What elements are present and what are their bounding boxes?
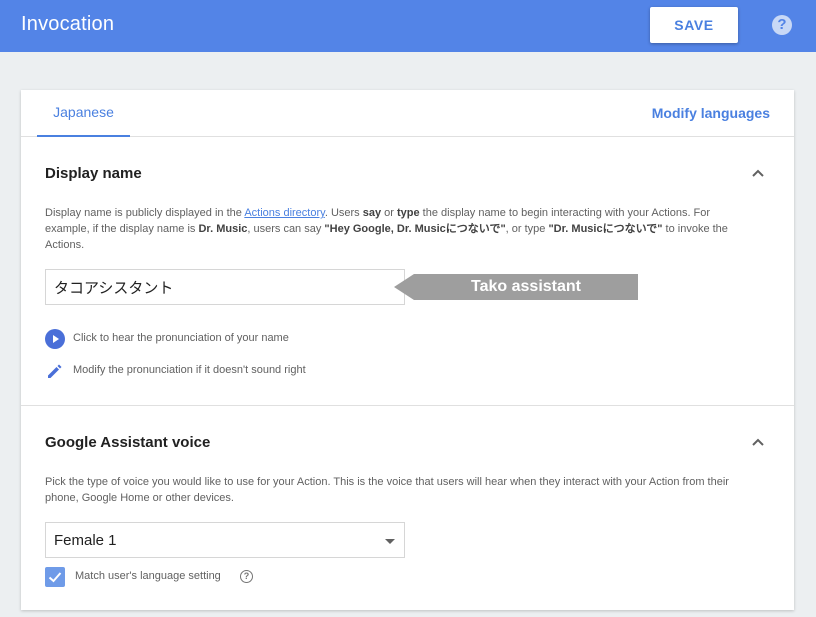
- pencil-icon: [48, 364, 62, 378]
- play-label: Click to hear the pronunciation of your …: [73, 332, 289, 344]
- voice-select[interactable]: Female 1: [45, 522, 405, 558]
- edit-label: Modify the pronunciation if it doesn't s…: [73, 364, 306, 376]
- desc-text: , users can say: [247, 223, 325, 235]
- play-circle-icon: [45, 329, 65, 349]
- chevron-up-icon[interactable]: [750, 165, 766, 181]
- dropdown-arrow-icon: [385, 539, 395, 544]
- match-language-checkbox[interactable]: [45, 567, 65, 587]
- modify-pronunciation-button[interactable]: Modify the pronunciation if it doesn't s…: [45, 361, 345, 381]
- desc-bold: Dr. Music: [198, 223, 248, 235]
- actions-directory-link[interactable]: Actions directory: [244, 207, 325, 219]
- section-divider: [21, 405, 794, 406]
- translation-callout: Tako assistant: [394, 274, 638, 300]
- callout-label: Tako assistant: [414, 274, 638, 300]
- desc-text: . Users: [324, 207, 363, 219]
- voice-heading: Google Assistant voice: [45, 434, 211, 451]
- display-name-heading: Display name: [45, 165, 142, 182]
- display-name-input[interactable]: [45, 269, 405, 305]
- desc-text: , or type: [505, 223, 549, 235]
- desc-bold: "Hey Google, Dr. Musicにつないで": [324, 223, 506, 235]
- callout-arrow: [394, 274, 414, 300]
- page-title: Invocation: [21, 13, 115, 35]
- checkmark-icon: [48, 572, 62, 583]
- desc-bold: type: [397, 207, 420, 219]
- voice-description: Pick the type of voice you would like to…: [45, 476, 729, 504]
- language-tabs: Japanese Modify languages: [21, 90, 794, 137]
- modify-languages-link[interactable]: Modify languages: [652, 105, 770, 121]
- play-pronunciation-button[interactable]: Click to hear the pronunciation of your …: [45, 329, 345, 349]
- top-app-bar: Invocation SAVE ?: [0, 0, 816, 52]
- info-circle-icon[interactable]: ?: [240, 570, 253, 583]
- match-language-label: Match user's language setting: [75, 570, 221, 582]
- voice-select-value: Female 1: [54, 532, 117, 549]
- desc-bold: say: [362, 207, 382, 219]
- invocation-card: Japanese Modify languages Display name D…: [21, 90, 794, 610]
- chevron-up-icon[interactable]: [750, 434, 766, 450]
- tab-japanese[interactable]: Japanese: [37, 90, 130, 137]
- save-button[interactable]: SAVE: [650, 7, 738, 43]
- desc-text: or: [381, 207, 397, 219]
- desc-bold: "Dr. Musicにつないで": [548, 223, 663, 235]
- display-name-description: Display name is publicly displayed in th…: [45, 205, 745, 253]
- desc-text: Display name is publicly displayed in th…: [45, 207, 245, 219]
- help-icon[interactable]: ?: [772, 15, 792, 35]
